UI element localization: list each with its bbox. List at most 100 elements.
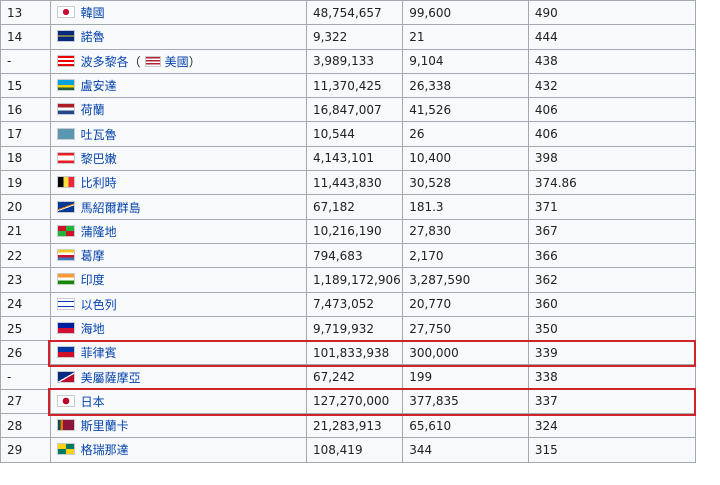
rank-cell: 16 bbox=[0, 97, 51, 123]
country-link[interactable]: 荷蘭 bbox=[81, 103, 105, 117]
population-cell: 1,189,172,906 bbox=[305, 267, 404, 293]
country-link[interactable]: 黎巴嫩 bbox=[81, 152, 117, 166]
population-cell: 21,283,913 bbox=[305, 413, 404, 439]
country-cell: 葛摩 bbox=[49, 242, 307, 269]
rank-cell: 25 bbox=[0, 315, 51, 342]
rank-cell: 17 bbox=[0, 121, 51, 147]
population-cell: 794,683 bbox=[305, 242, 404, 269]
density-cell: 362 bbox=[527, 267, 697, 293]
jp-flag-icon bbox=[56, 394, 75, 407]
country-link[interactable]: 海地 bbox=[81, 322, 105, 336]
table-row: 13 韓國 48,754,657 99,600 490 bbox=[0, 0, 697, 26]
table-row: 17 吐瓦魯 10,544 26 406 bbox=[0, 121, 697, 147]
lk-flag-icon bbox=[56, 419, 75, 432]
density-cell: 324 bbox=[527, 413, 697, 439]
population-cell: 7,473,052 bbox=[305, 291, 404, 317]
table-row: 22 葛摩 794,683 2,170 366 bbox=[0, 242, 697, 269]
table-row: 16 荷蘭 16,847,007 41,526 406 bbox=[0, 97, 697, 123]
country-link[interactable]: 韓國 bbox=[81, 6, 105, 20]
population-cell: 9,719,932 bbox=[305, 315, 404, 342]
country-link[interactable]: 葛摩 bbox=[81, 249, 105, 263]
country-link[interactable]: 日本 bbox=[81, 395, 105, 409]
table-row: 28 斯里蘭卡 21,283,913 65,610 324 bbox=[0, 413, 697, 439]
rank-cell: 13 bbox=[0, 0, 51, 26]
country-link[interactable]: 印度 bbox=[81, 273, 105, 287]
il-flag-icon bbox=[56, 297, 75, 310]
country-link[interactable]: 吐瓦魯 bbox=[81, 128, 117, 142]
country-cell: 盧安達 bbox=[49, 72, 307, 99]
population-cell: 11,443,830 bbox=[305, 170, 404, 196]
rank-cell: 26 bbox=[0, 340, 51, 366]
rank-cell: 21 bbox=[0, 218, 51, 244]
nl-flag-icon bbox=[56, 103, 75, 116]
pr-flag-icon bbox=[56, 54, 75, 67]
table-row: 27 日本 127,270,000 377,835 337 bbox=[0, 388, 697, 415]
rank-cell: 22 bbox=[0, 242, 51, 269]
area-cell: 26 bbox=[402, 121, 529, 147]
sovereign-link[interactable]: 美國 bbox=[165, 55, 189, 69]
area-cell: 181.3 bbox=[402, 194, 529, 220]
country-link[interactable]: 蒲隆地 bbox=[81, 225, 117, 239]
country-link[interactable]: 菲律賓 bbox=[81, 346, 117, 360]
population-cell: 10,216,190 bbox=[305, 218, 404, 244]
country-cell: 菲律賓 bbox=[49, 340, 307, 366]
density-cell: 350 bbox=[527, 315, 697, 342]
rank-cell: 15 bbox=[0, 72, 51, 99]
country-link[interactable]: 諾魯 bbox=[81, 30, 105, 44]
table-row: 26 菲律賓 101,833,938 300,000 339 bbox=[0, 340, 697, 366]
area-cell: 344 bbox=[402, 437, 529, 463]
country-link[interactable]: 美屬薩摩亞 bbox=[81, 371, 141, 385]
country-cell: 格瑞那達 bbox=[49, 437, 307, 463]
area-cell: 21 bbox=[402, 24, 529, 50]
country-link[interactable]: 比利時 bbox=[81, 176, 117, 190]
table-row: 18 黎巴嫩 4,143,101 10,400 398 bbox=[0, 145, 697, 172]
population-cell: 67,242 bbox=[305, 364, 404, 390]
ht-flag-icon bbox=[56, 322, 75, 334]
country-cell: 諾魯 bbox=[49, 24, 307, 50]
population-density-table: 13 韓國 48,754,657 99,600 490 14 諾魯 9,322 21 444- 波多… bbox=[0, 0, 697, 463]
country-cell: 日本 bbox=[49, 388, 307, 415]
area-cell: 27,750 bbox=[402, 315, 529, 342]
km-flag-icon bbox=[56, 249, 75, 262]
country-link[interactable]: 格瑞那達 bbox=[81, 443, 129, 457]
area-cell: 20,770 bbox=[402, 291, 529, 317]
table-row: 14 諾魯 9,322 21 444 bbox=[0, 24, 697, 50]
area-cell: 65,610 bbox=[402, 413, 529, 439]
rank-cell: 20 bbox=[0, 194, 51, 220]
density-table-wrapper: 13 韓國 48,754,657 99,600 490 14 諾魯 9,322 21 444- 波多… bbox=[0, 0, 697, 463]
density-cell: 398 bbox=[527, 145, 697, 172]
area-cell: 27,830 bbox=[402, 218, 529, 244]
area-cell: 199 bbox=[402, 364, 529, 390]
density-cell: 438 bbox=[527, 48, 697, 74]
be-flag-icon bbox=[56, 176, 75, 189]
table-row: 29 格瑞那達 108,419 344 315 bbox=[0, 437, 697, 463]
country-link[interactable]: 馬紹爾群島 bbox=[81, 201, 141, 215]
density-cell: 366 bbox=[527, 242, 697, 269]
country-link[interactable]: 盧安達 bbox=[81, 79, 117, 93]
open-paren: （ bbox=[128, 54, 141, 69]
rank-cell: 24 bbox=[0, 291, 51, 317]
rank-cell: - bbox=[0, 48, 51, 74]
rank-cell: 28 bbox=[0, 413, 51, 439]
table-row: 23 印度 1,189,172,906 3,287,590 362 bbox=[0, 267, 697, 293]
table-row: 15 盧安達 11,370,425 26,338 432 bbox=[0, 72, 697, 99]
country-cell: 比利時 bbox=[49, 170, 307, 196]
rw-flag-icon bbox=[56, 79, 75, 92]
country-link[interactable]: 斯里蘭卡 bbox=[81, 419, 129, 433]
as-flag-icon bbox=[56, 370, 75, 383]
ph-flag-icon bbox=[56, 346, 75, 359]
country-link[interactable]: 波多黎各 bbox=[81, 55, 129, 69]
country-cell: 黎巴嫩 bbox=[49, 145, 307, 172]
population-cell: 11,370,425 bbox=[305, 72, 404, 99]
rank-cell: 23 bbox=[0, 267, 51, 293]
country-cell: 荷蘭 bbox=[49, 97, 307, 123]
country-link[interactable]: 以色列 bbox=[81, 298, 117, 312]
population-cell: 3,989,133 bbox=[305, 48, 404, 74]
area-cell: 9,104 bbox=[402, 48, 529, 74]
country-cell: 韓國 bbox=[49, 0, 307, 26]
rank-cell: 27 bbox=[0, 388, 51, 415]
density-cell: 337 bbox=[527, 388, 697, 415]
nr-flag-icon bbox=[56, 30, 75, 43]
country-cell: 印度 bbox=[49, 267, 307, 293]
table-row: 21 蒲隆地 10,216,190 27,830 367 bbox=[0, 218, 697, 244]
